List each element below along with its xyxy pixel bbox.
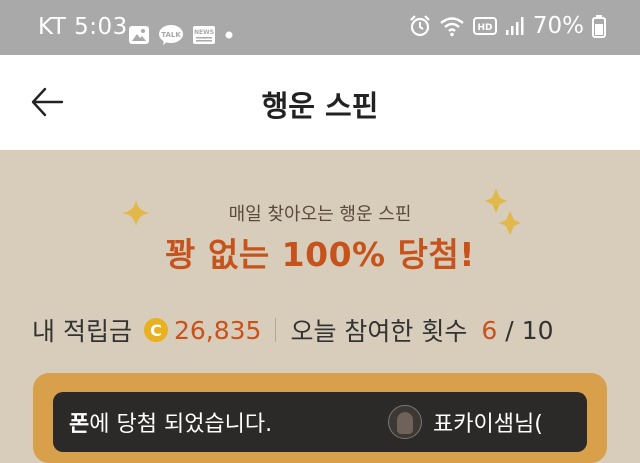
app-bar: 행운 스핀 xyxy=(0,55,640,150)
battery-icon xyxy=(592,15,606,38)
coin-icon: C xyxy=(143,318,168,342)
hd-icon: HD xyxy=(472,17,497,35)
alarm-icon xyxy=(410,15,430,37)
count-separator: / xyxy=(505,315,514,345)
svg-text:NEWS: NEWS xyxy=(194,29,214,36)
ticker-message: 폰에 당첨 되었습니다. xyxy=(69,406,272,438)
promo-subtitle: 매일 찾아오는 행운 스핀 xyxy=(228,204,412,225)
divider xyxy=(275,318,277,342)
news-icon: NEWS xyxy=(193,26,215,44)
ticker-user-name: 표카이샘님( xyxy=(433,412,543,437)
points-label: 내 적립금 xyxy=(32,317,132,346)
status-bar: KT 5:03 TALK NEWS HD 70% xyxy=(0,0,640,55)
avatar xyxy=(388,405,422,439)
winner-ticker: 폰에 당첨 되었습니다. 표카이샘님( xyxy=(53,392,587,452)
svg-text:HD: HD xyxy=(477,23,492,33)
page-title: 행운 스핀 xyxy=(261,89,379,123)
points-value: 26,835 xyxy=(173,315,262,345)
wifi-icon xyxy=(440,17,464,37)
count-current: 6 xyxy=(481,315,498,345)
ticker-message-text: 에 당첨 되었습니다. xyxy=(89,412,273,437)
carrier-time: KT 5:03 xyxy=(38,14,128,40)
promo-headline: 꽝 없는 100% 당첨! xyxy=(165,235,475,274)
gallery-icon xyxy=(129,26,149,44)
battery-percent: 70% xyxy=(532,13,584,39)
signal-icon xyxy=(505,17,524,35)
count-label: 오늘 참여한 횟수 xyxy=(290,317,468,346)
count-max: 10 xyxy=(521,315,554,345)
spin-content: 매일 찾아오는 행운 스핀 꽝 없는 100% 당첨! 내 적립금 C 26,8… xyxy=(0,150,640,463)
ticker-prize: 폰 xyxy=(69,412,90,437)
dot-icon xyxy=(225,31,233,39)
svg-text:TALK: TALK xyxy=(161,31,181,39)
talk-icon: TALK xyxy=(159,25,183,45)
stats-row: 내 적립금 C 26,835 오늘 참여한 횟수 6 / 10 xyxy=(32,312,554,348)
